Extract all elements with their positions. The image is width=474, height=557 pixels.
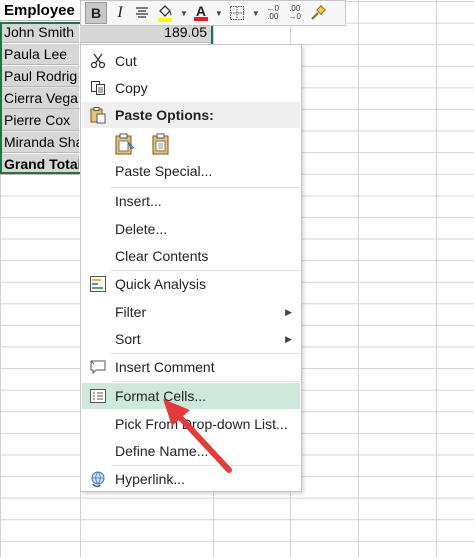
format-cells-icon — [88, 386, 108, 406]
chevron-right-icon: ▶ — [285, 333, 292, 344]
menu-item-label: Format Cells... — [115, 388, 207, 404]
menu-item-label: Insert... — [115, 193, 162, 209]
context-menu: Cut Copy Paste Options: Paste Special...… — [80, 44, 302, 492]
menu-item-label: Delete... — [115, 221, 168, 237]
menu-item-insert[interactable]: Insert... — [82, 188, 300, 214]
menu-item-label: Pick From Drop-down List... — [115, 416, 288, 432]
menu-item-label: Hyperlink... — [115, 471, 186, 487]
paint-bucket-icon — [159, 4, 172, 17]
menu-item-label: Cut — [115, 53, 137, 69]
font-color-letter: A — [195, 3, 206, 19]
menu-item-pick-from-list[interactable]: Pick From Drop-down List... — [82, 411, 300, 437]
menu-item-hyperlink[interactable]: Hyperlink... — [82, 466, 300, 492]
header-cell[interactable]: Employee N — [0, 0, 86, 21]
menu-item-sort[interactable]: Sort ▶ — [82, 326, 300, 352]
chevron-right-icon: ▶ — [285, 306, 292, 317]
menu-item-paste-special[interactable]: Paste Special... — [82, 158, 300, 184]
paste-icon[interactable] — [150, 132, 172, 156]
menu-item-label: Filter — [115, 304, 147, 320]
italic-button[interactable]: I — [111, 2, 129, 24]
menu-item-insert-comment[interactable]: Insert Comment — [82, 354, 300, 380]
fill-color-swatch — [158, 17, 172, 22]
chevron-down-icon[interactable]: ▼ — [252, 9, 260, 18]
align-center-icon — [136, 7, 148, 18]
menu-item-format-cells[interactable]: Format Cells... — [82, 383, 300, 409]
column-divider — [436, 0, 437, 557]
menu-item-quick-analysis[interactable]: Quick Analysis — [82, 271, 300, 297]
mini-toolbar: B I ▼ A ▼ ▼ ←0 .00 .00 →0 — [80, 0, 346, 26]
menu-item-delete[interactable]: Delete... — [82, 216, 300, 242]
bold-button[interactable]: B — [85, 2, 107, 24]
format-painter-button[interactable] — [308, 2, 328, 24]
menu-item-define-name[interactable]: Define Name... — [82, 438, 300, 464]
chevron-down-icon[interactable]: ▼ — [215, 9, 223, 18]
font-color-swatch — [193, 17, 208, 21]
table-row-name[interactable]: Cierra Vega — [0, 88, 79, 109]
table-row-name[interactable]: Pierre Cox — [0, 110, 79, 131]
clipboard-icon — [88, 105, 108, 125]
format-painter-icon — [311, 5, 326, 20]
table-row-name[interactable]: Paula Lee — [0, 44, 79, 65]
menu-item-label: Sort — [115, 331, 141, 347]
decrease-decimal-button[interactable]: .00 →0 — [286, 2, 304, 24]
align-center-button[interactable] — [133, 2, 151, 24]
paste-formatting-icon[interactable] — [114, 132, 136, 156]
table-row-name[interactable]: Paul Rodrig — [0, 66, 79, 87]
menu-item-label: Copy — [115, 80, 148, 96]
chevron-down-icon[interactable]: ▼ — [180, 9, 188, 18]
menu-item-label: Paste Special... — [115, 163, 213, 179]
menu-item-copy[interactable]: Copy — [82, 75, 300, 101]
hyperlink-icon — [88, 469, 108, 489]
menu-item-filter[interactable]: Filter ▶ — [82, 299, 300, 325]
menu-section-label: Paste Options: — [115, 107, 214, 123]
menu-item-cut[interactable]: Cut — [82, 48, 300, 74]
menu-item-label: Quick Analysis — [115, 276, 207, 292]
paste-options-header: Paste Options: — [82, 102, 300, 128]
column-divider — [358, 0, 359, 557]
copy-icon — [88, 78, 108, 98]
table-row-name[interactable]: Grand Total — [0, 154, 79, 175]
menu-separator — [111, 381, 300, 382]
borders-button[interactable] — [227, 2, 247, 24]
decrease-decimal-icon: →0 — [288, 12, 301, 21]
table-row-name[interactable]: Miranda Sha — [0, 132, 79, 153]
menu-item-label: Insert Comment — [115, 359, 215, 375]
scissors-icon — [88, 51, 108, 71]
menu-item-label: Define Name... — [115, 443, 209, 459]
increase-decimal-icon: .00 — [267, 12, 279, 21]
comment-icon — [88, 357, 108, 377]
increase-decimal-button[interactable]: ←0 .00 — [264, 2, 282, 24]
menu-item-clear-contents[interactable]: Clear Contents — [82, 243, 300, 269]
table-row-name[interactable]: John Smith — [0, 22, 79, 43]
menu-item-label: Clear Contents — [115, 248, 209, 264]
fill-color-button[interactable] — [155, 2, 175, 24]
borders-icon — [229, 6, 244, 20]
paste-options-row — [114, 132, 172, 156]
font-color-button[interactable]: A — [192, 2, 210, 24]
quick-analysis-icon — [88, 274, 108, 294]
